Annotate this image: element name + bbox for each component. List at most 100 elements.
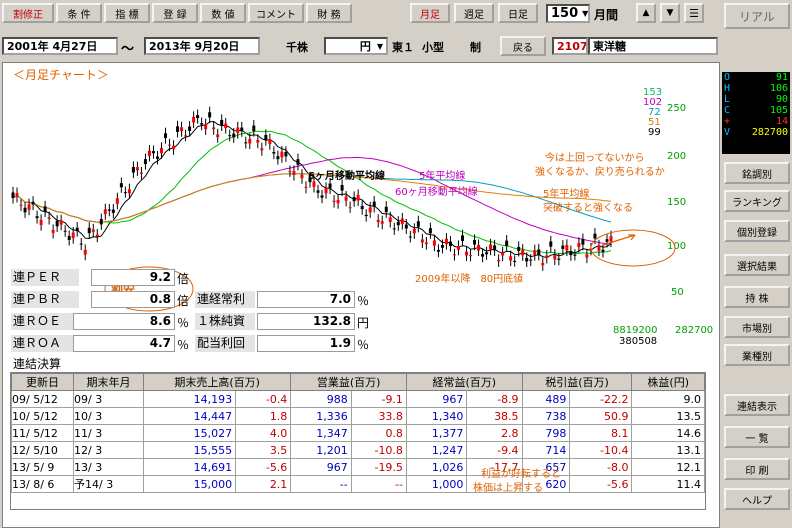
count-value: 150 <box>551 6 579 21</box>
register-label: 登 録 <box>163 9 187 21</box>
y-axis: 250 200 150 100 50 <box>667 103 686 298</box>
real-button[interactable]: リアル <box>724 3 790 29</box>
company-name-value: 東洋糖 <box>593 40 626 53</box>
individual-register-button[interactable]: 個別登録 <box>724 220 790 242</box>
selection-result-button[interactable]: 選択結果 <box>724 254 790 276</box>
table-cell: 1,340 <box>405 407 468 425</box>
market-button[interactable]: 市場別 <box>724 316 790 338</box>
candle-body <box>180 127 184 132</box>
candle-body <box>240 127 244 132</box>
monthly-button[interactable]: 月足 <box>410 3 450 23</box>
candle-body <box>436 249 440 252</box>
currency-select[interactable]: 円 ▼ <box>324 37 388 55</box>
split-adjust-button[interactable]: 割修正 <box>2 3 54 23</box>
candle-body <box>356 194 360 201</box>
chart-lines <box>12 120 612 259</box>
register-button[interactable]: 登 録 <box>152 3 198 23</box>
indicator-button[interactable]: 指 標 <box>104 3 150 23</box>
currency-value: 円 <box>359 40 371 53</box>
ranking-button[interactable]: ランキング <box>724 190 790 212</box>
candle-body <box>533 250 537 256</box>
profit-value: 7.0 <box>257 291 355 308</box>
table-cell: 15,555 <box>142 441 237 459</box>
condition-button[interactable]: 条 件 <box>56 3 102 23</box>
weekly-button[interactable]: 週足 <box>454 3 494 23</box>
table-cell: 1,336 <box>290 407 352 425</box>
candle-body <box>23 207 27 213</box>
nav-unit: 円 <box>357 316 370 330</box>
table-cell: 1,247 <box>405 441 468 459</box>
value-button[interactable]: 数 値 <box>200 3 246 23</box>
comment-button[interactable]: コメント <box>248 3 304 23</box>
candle-body <box>541 262 545 266</box>
end-date-field[interactable]: 2013年 9月20日 <box>144 37 260 55</box>
candle-body <box>63 230 67 232</box>
candle-body <box>376 219 380 222</box>
count-select[interactable]: 150 ▼ <box>546 4 590 23</box>
candle-body <box>328 183 332 189</box>
col-pretax: 税引益(百万) <box>521 373 633 391</box>
table-cell: 50.9 <box>569 407 633 425</box>
company-name-field: 東洋糖 <box>588 37 718 55</box>
side-label: 市場別 <box>742 323 772 335</box>
ohlc-value: 91 <box>775 72 788 83</box>
candle-body <box>196 115 200 119</box>
menu-button[interactable]: ☰ <box>684 3 704 23</box>
candle-body <box>19 204 23 206</box>
annotation-comment2: 強くなるか、戻り売られるか <box>535 167 665 178</box>
candle-body <box>581 239 585 245</box>
ohlc-value: 106 <box>769 83 788 94</box>
scroll-up-button[interactable]: ▲ <box>636 3 656 23</box>
weekly-label: 週足 <box>464 9 484 21</box>
table-cell: 4.0 <box>235 424 292 442</box>
brand-tone-button[interactable]: 銘調別 <box>724 162 790 184</box>
table-row[interactable]: 12/ 5/10 12/ 3 15,555 3.5 1,201 -10.8 1,247 -9.… <box>11 441 705 459</box>
list-button[interactable]: 一 覧 <box>724 426 790 448</box>
table-cell: 1.8 <box>235 407 292 425</box>
code-field[interactable]: 2107 <box>552 37 588 55</box>
table-row[interactable]: 13/ 8/ 6 予14/ 3 15,000 2.1 -- -- 1,000 620 -5.6 1… <box>11 475 705 493</box>
roe-unit: ％ <box>177 316 190 330</box>
print-button[interactable]: 印 刷 <box>724 458 790 480</box>
candle-body <box>597 245 601 251</box>
table-cell: -8.9 <box>466 390 523 408</box>
pbr-value: 0.8 <box>91 291 175 308</box>
volume-avg-label: 380508 <box>619 336 657 347</box>
table-row[interactable]: 10/ 5/12 10/ 3 14,447 1.8 1,336 33.8 1,340 38.5… <box>11 407 705 425</box>
start-date-field[interactable]: 2001年 4月27日 <box>2 37 118 55</box>
candle-body <box>380 221 384 224</box>
table-header-row: 更新日 期末年月 期末売上高(百万) 営業益(百万) 経常益(百万) 税引益(百… <box>11 373 705 391</box>
table-cell: 33.8 <box>350 407 407 425</box>
candle-body <box>416 221 420 227</box>
table-cell: 13/ 8/ 6 <box>11 475 74 493</box>
candle-body <box>469 255 473 257</box>
table-cell: -5.6 <box>235 458 292 476</box>
industry-button[interactable]: 業種別 <box>724 344 790 366</box>
split-adjust-label: 割修正 <box>13 9 43 21</box>
table-cell: -22.2 <box>569 390 633 408</box>
table-cell: -8.0 <box>569 458 633 476</box>
back-button[interactable]: 戻る <box>500 36 546 56</box>
table-cell: 798 <box>521 424 571 442</box>
table-row[interactable]: 11/ 5/12 11/ 3 15,027 4.0 1,347 0.8 1,377 2.8 79… <box>11 424 705 442</box>
candle-body <box>517 246 521 251</box>
help-button[interactable]: ヘルプ <box>724 488 790 510</box>
table-cell: 13/ 3 <box>73 458 144 476</box>
table-row[interactable]: 13/ 5/ 9 13/ 3 14,691 -5.6 967 -19.5 1,026 -17.… <box>11 458 705 476</box>
scroll-down-button[interactable]: ▼ <box>660 3 680 23</box>
finance-button[interactable]: 財 務 <box>306 3 352 23</box>
table-cell: -10.4 <box>569 441 633 459</box>
daily-button[interactable]: 日足 <box>498 3 538 23</box>
ohlc-key: V <box>724 127 731 138</box>
candle-body <box>448 241 452 247</box>
back-label: 戻る <box>513 42 533 54</box>
side-label: 一 覧 <box>745 433 769 445</box>
candle-body <box>11 192 15 198</box>
holdings-button[interactable]: 持 株 <box>724 286 790 308</box>
consolidated-view-button[interactable]: 連結表示 <box>724 394 790 416</box>
table-cell: 12/ 3 <box>73 441 144 459</box>
indicator-label: 指 標 <box>115 9 139 21</box>
candle-body <box>107 209 111 211</box>
table-row[interactable]: 09/ 5/12 09/ 3 14,193 -0.4 988 -9.1 967 -8.9 489… <box>11 390 705 408</box>
candle-body <box>204 124 208 130</box>
